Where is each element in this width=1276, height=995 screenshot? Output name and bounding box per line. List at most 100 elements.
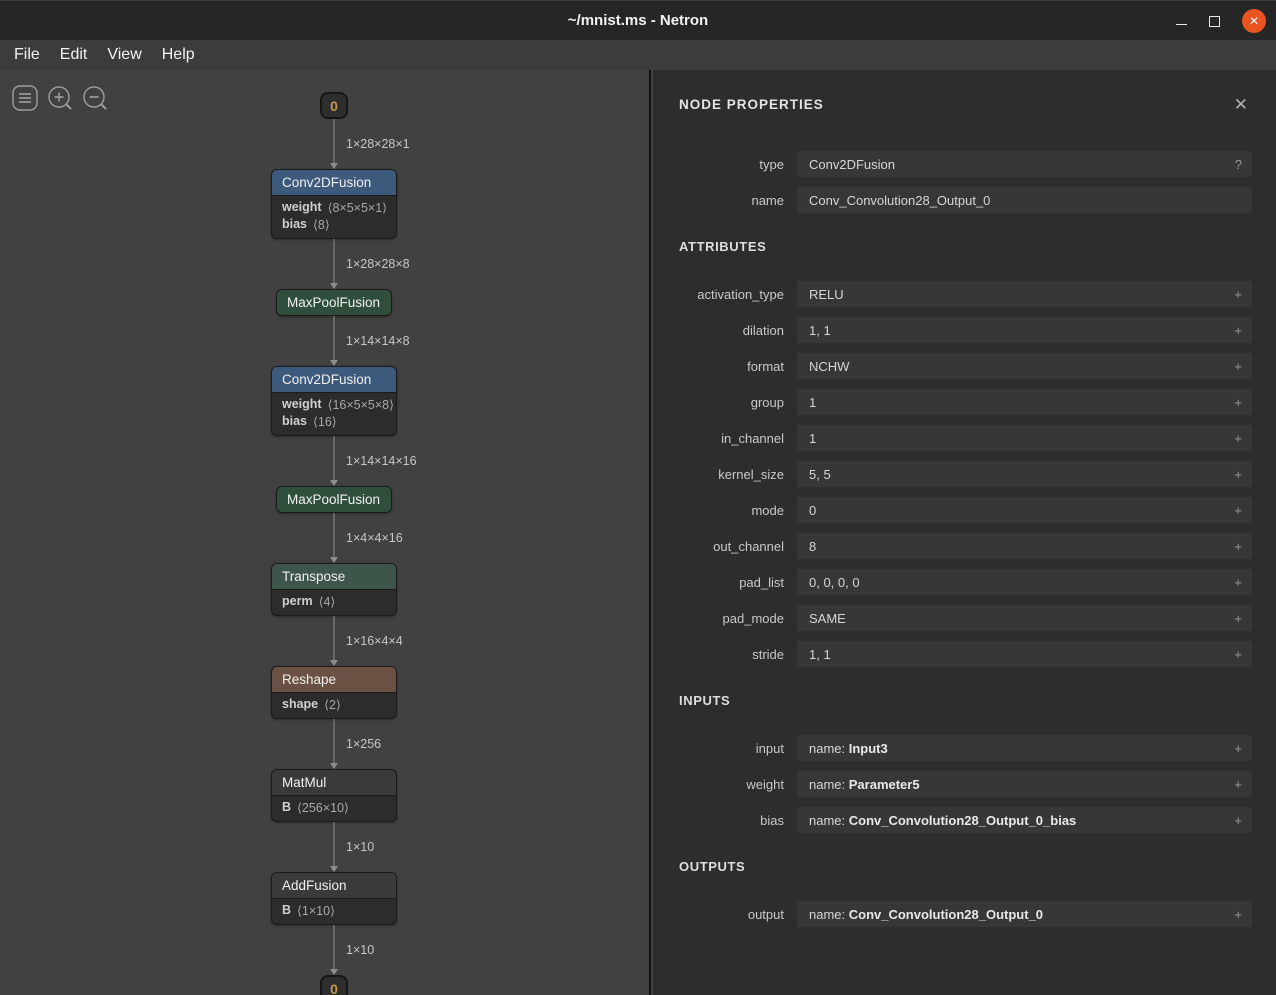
- zoom-out-icon[interactable]: [81, 84, 109, 112]
- graph-node-matmul[interactable]: MatMulB⟨256×10⟩: [271, 769, 397, 822]
- property-value-box[interactable]: 1+: [797, 425, 1252, 451]
- property-value-box[interactable]: 0+: [797, 497, 1252, 523]
- edge-arrowhead: [330, 163, 338, 169]
- expand-icon[interactable]: +: [1226, 431, 1242, 446]
- expand-icon[interactable]: +: [1226, 467, 1242, 482]
- property-value: Conv2DFusion: [809, 157, 1227, 172]
- property-value-box[interactable]: 8+: [797, 533, 1252, 559]
- node-attribute: perm⟨4⟩: [272, 593, 396, 610]
- expand-icon[interactable]: +: [1226, 611, 1242, 626]
- graph-panel[interactable]: 01×28×28×1Conv2DFusionweight⟨8×5×5×1⟩bia…: [0, 70, 651, 995]
- graph-toolbar: [11, 84, 109, 112]
- expand-icon[interactable]: +: [1226, 395, 1242, 410]
- minimize-icon[interactable]: [1176, 24, 1187, 25]
- property-value: 1, 1: [809, 323, 1226, 338]
- edge-line: [334, 436, 335, 481]
- property-value: 1: [809, 395, 1226, 410]
- menu-view[interactable]: View: [97, 40, 151, 70]
- property-row-activation_type: activation_typeRELU+: [679, 281, 1252, 307]
- attribute-shape: ⟨16×5×5×8⟩: [328, 397, 394, 412]
- property-value-box[interactable]: name: Conv_Convolution28_Output_0_bias+: [797, 807, 1252, 833]
- graph-node-addfusion[interactable]: AddFusionB⟨1×10⟩: [271, 872, 397, 925]
- outputs-section-title: OUTPUTS: [679, 859, 1252, 874]
- sidebar-close-icon[interactable]: ✕: [1230, 94, 1252, 115]
- attribute-name: B: [282, 800, 291, 815]
- property-row-format: formatNCHW+: [679, 353, 1252, 379]
- edge-arrowhead: [330, 969, 338, 975]
- node-title: MaxPoolFusion: [277, 487, 391, 512]
- property-value: 8: [809, 539, 1226, 554]
- expand-icon[interactable]: +: [1226, 503, 1242, 518]
- expand-icon[interactable]: +: [1226, 287, 1242, 302]
- attribute-name: bias: [282, 217, 307, 232]
- property-value-box[interactable]: RELU+: [797, 281, 1252, 307]
- expand-icon[interactable]: +: [1226, 539, 1242, 554]
- node-attributes: shape ⟨2⟩: [272, 692, 396, 718]
- graph-io-node[interactable]: 0: [320, 92, 348, 119]
- graph-node-maxpoolfusion[interactable]: MaxPoolFusion: [276, 289, 392, 316]
- graph-node-transpose[interactable]: Transposeperm⟨4⟩: [271, 563, 397, 616]
- edge-arrowhead: [330, 866, 338, 872]
- attribute-name: shape: [282, 697, 318, 712]
- node-properties-sidebar: NODE PROPERTIES ✕ typeConv2DFusion?nameC…: [653, 70, 1276, 995]
- expand-icon[interactable]: +: [1226, 359, 1242, 374]
- property-value-box[interactable]: name: Input3+: [797, 735, 1252, 761]
- property-label: kernel_size: [679, 467, 797, 482]
- attribute-shape: ⟨8×5×5×1⟩: [328, 200, 387, 215]
- property-value-box[interactable]: SAME+: [797, 605, 1252, 631]
- menu-edit[interactable]: Edit: [50, 40, 98, 70]
- attribute-name: weight: [282, 397, 322, 412]
- attribute-name: bias: [282, 414, 307, 429]
- property-value-box[interactable]: 1, 1+: [797, 317, 1252, 343]
- edge-tensor-shape: 1×10: [346, 840, 374, 854]
- property-value-box[interactable]: Conv2DFusion?: [797, 151, 1252, 177]
- attribute-shape: ⟨2⟩: [324, 697, 341, 712]
- graph-edge: 1×14×14×8: [271, 316, 397, 366]
- menu-bar: FileEditViewHelp: [0, 40, 1276, 70]
- property-value-box[interactable]: name: Parameter5+: [797, 771, 1252, 797]
- property-value-box[interactable]: 0, 0, 0, 0+: [797, 569, 1252, 595]
- edge-tensor-shape: 1×10: [346, 943, 374, 957]
- expand-icon[interactable]: +: [1226, 741, 1242, 756]
- zoom-in-icon[interactable]: [46, 84, 74, 112]
- window-controls: ✕: [1176, 1, 1266, 41]
- expand-icon[interactable]: +: [1226, 647, 1242, 662]
- menu-file[interactable]: File: [4, 40, 50, 70]
- property-label: pad_list: [679, 575, 797, 590]
- node-title: MatMul: [272, 770, 396, 795]
- node-attributes: B⟨256×10⟩: [272, 795, 396, 821]
- property-value-box[interactable]: NCHW+: [797, 353, 1252, 379]
- property-value-box[interactable]: 1+: [797, 389, 1252, 415]
- property-value-box[interactable]: Conv_Convolution28_Output_0: [797, 187, 1252, 213]
- menu-help[interactable]: Help: [152, 40, 205, 70]
- graph-node-conv2dfusion[interactable]: Conv2DFusionweight⟨16×5×5×8⟩bias⟨16⟩: [271, 366, 397, 436]
- menu-icon[interactable]: [11, 84, 39, 112]
- node-attribute: weight⟨8×5×5×1⟩: [272, 199, 396, 216]
- property-value-box[interactable]: 1, 1+: [797, 641, 1252, 667]
- close-icon[interactable]: ✕: [1242, 9, 1266, 33]
- expand-icon[interactable]: +: [1226, 907, 1242, 922]
- help-icon[interactable]: ?: [1227, 157, 1242, 172]
- edge-line: [334, 513, 335, 558]
- graph-edge: 1×10: [271, 822, 397, 872]
- property-value: name: Input3: [809, 741, 1226, 756]
- sidebar-header: NODE PROPERTIES ✕: [679, 94, 1252, 115]
- expand-icon[interactable]: +: [1226, 575, 1242, 590]
- edge-tensor-shape: 1×16×4×4: [346, 634, 403, 648]
- property-row-bias: biasname: Conv_Convolution28_Output_0_bi…: [679, 807, 1252, 833]
- graph-node-conv2dfusion[interactable]: Conv2DFusionweight⟨8×5×5×1⟩bias⟨8⟩: [271, 169, 397, 239]
- maximize-icon[interactable]: [1209, 16, 1220, 27]
- property-label: input: [679, 741, 797, 756]
- graph-node-reshape[interactable]: Reshapeshape⟨2⟩: [271, 666, 397, 719]
- graph-node-maxpoolfusion[interactable]: MaxPoolFusion: [276, 486, 392, 513]
- property-value-name: Input3: [849, 741, 888, 756]
- expand-icon[interactable]: +: [1226, 813, 1242, 828]
- property-value-box[interactable]: 5, 5+: [797, 461, 1252, 487]
- property-row-output: outputname: Conv_Convolution28_Output_0+: [679, 901, 1252, 927]
- property-label: stride: [679, 647, 797, 662]
- graph-io-node[interactable]: 0: [320, 975, 348, 995]
- expand-icon[interactable]: +: [1226, 777, 1242, 792]
- property-value-box[interactable]: name: Conv_Convolution28_Output_0+: [797, 901, 1252, 927]
- expand-icon[interactable]: +: [1226, 323, 1242, 338]
- node-attributes: B⟨1×10⟩: [272, 898, 396, 924]
